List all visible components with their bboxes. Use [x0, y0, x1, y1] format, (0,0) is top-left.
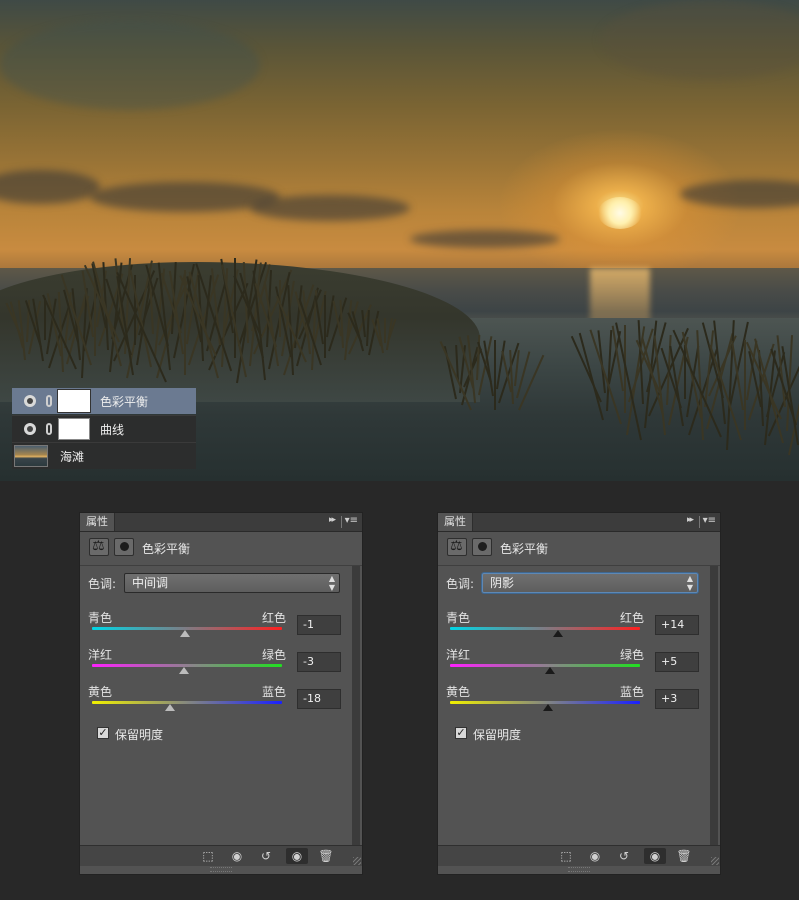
panel-tab-bar: 属性 ▸▸ ▾≡ [438, 513, 720, 532]
view-previous-state-icon[interactable]: ◉ [584, 848, 606, 864]
properties-panel-shadows: 属性 ▸▸ ▾≡ 色彩平衡 色调: 阴影 ▲▼ 青色 红色 +14 洋红 绿色 … [437, 512, 721, 875]
value-field-yellow-blue[interactable]: +3 [655, 689, 699, 709]
mask-icon[interactable] [114, 538, 134, 556]
color-balance-icon[interactable] [89, 538, 109, 556]
slider-label-blue: 蓝色 [261, 685, 286, 699]
slider-thumb-magenta-green[interactable] [179, 667, 190, 674]
layer-name: 曲线 [100, 422, 125, 437]
panel-bottom-bar: ⬚ ◉ ↺ ◉ 🗑 [80, 845, 362, 866]
slider-label-yellow: 黄色 [446, 685, 471, 699]
layer-row-color-balance[interactable]: 色彩平衡 [12, 388, 196, 414]
reset-icon[interactable]: ↺ [614, 848, 634, 864]
resize-grip[interactable] [568, 867, 590, 872]
link-chain-icon[interactable] [46, 395, 52, 407]
trash-icon[interactable]: 🗑 [316, 848, 336, 864]
scrollbar[interactable] [352, 566, 360, 848]
scrollbar[interactable] [710, 566, 718, 848]
tone-select-value: 阴影 [490, 576, 515, 590]
tone-select[interactable]: 中间调 ▲ ▼ [124, 573, 340, 593]
image-thumbnail[interactable] [14, 445, 48, 467]
slider-thumb-magenta-green[interactable] [544, 667, 555, 674]
trash-icon[interactable]: 🗑 [674, 848, 694, 864]
slider-label-cyan: 青色 [88, 611, 113, 625]
slider-thumb-cyan-red[interactable] [180, 630, 191, 637]
layer-mask-thumbnail[interactable] [58, 390, 90, 412]
properties-panel-midtones: 属性 ▸▸ ▾≡ 色彩平衡 色调: 中间调 ▲▼ 青色 红色 -1 洋红 绿色 … [79, 512, 363, 875]
value-field-cyan-red[interactable]: -1 [297, 615, 341, 635]
mask-icon[interactable] [472, 538, 492, 556]
tab-properties[interactable]: 属性 [438, 513, 473, 531]
tone-label: 色调: [446, 577, 475, 591]
layer-name: 海滩 [60, 449, 85, 464]
value-field-magenta-green[interactable]: +5 [655, 652, 699, 672]
layer-mask-thumbnail[interactable] [58, 418, 90, 440]
value-field-cyan-red[interactable]: +14 [655, 615, 699, 635]
panel-menu-icon[interactable]: ▾≡ [345, 515, 358, 526]
tone-select-value: 中间调 [132, 576, 169, 590]
slider-label-magenta: 洋红 [88, 648, 113, 662]
panel-header: 色彩平衡 [438, 532, 720, 564]
visibility-eye-icon[interactable] [24, 395, 36, 407]
resize-grip[interactable] [210, 867, 232, 872]
value-field-magenta-green[interactable]: -3 [297, 652, 341, 672]
panel-title: 色彩平衡 [500, 542, 549, 556]
visibility-eye-icon[interactable]: ◉ [286, 848, 308, 864]
resize-corner[interactable] [353, 857, 361, 865]
layer-name: 色彩平衡 [100, 394, 149, 409]
preserve-luminosity-checkbox[interactable]: ✓ [97, 727, 109, 739]
slider-label-blue: 蓝色 [619, 685, 644, 699]
visibility-eye-icon[interactable]: ◉ [644, 848, 666, 864]
layer-row-curves[interactable]: 曲线 [12, 415, 196, 442]
slider-label-cyan: 青色 [446, 611, 471, 625]
value-field-yellow-blue[interactable]: -18 [297, 689, 341, 709]
link-chain-icon[interactable] [46, 423, 52, 435]
preserve-luminosity-label: 保留明度 [115, 728, 164, 742]
select-arrows-icon: ▲ ▼ [686, 574, 693, 592]
panel-menu-icon[interactable]: ▾≡ [703, 515, 716, 526]
resize-corner[interactable] [711, 857, 719, 865]
preserve-luminosity-label: 保留明度 [473, 728, 522, 742]
panel-tab-bar: 属性 ▸▸ ▾≡ [80, 513, 362, 532]
panel-bottom-bar: ⬚ ◉ ↺ ◉ 🗑 [438, 845, 720, 866]
color-balance-icon[interactable] [447, 538, 467, 556]
slider-label-yellow: 黄色 [88, 685, 113, 699]
slider-track-cyan-red[interactable] [450, 627, 640, 630]
tone-select[interactable]: 阴影 ▲ ▼ [482, 573, 698, 593]
reset-icon[interactable]: ↺ [256, 848, 276, 864]
slider-label-green: 绿色 [261, 648, 286, 662]
slider-thumb-yellow-blue[interactable] [164, 704, 175, 711]
tone-label: 色调: [88, 577, 117, 591]
collapse-icon[interactable]: ▸▸ [687, 515, 694, 525]
preserve-luminosity-checkbox[interactable]: ✓ [455, 727, 467, 739]
panel-header: 色彩平衡 [80, 532, 362, 564]
slider-label-green: 绿色 [619, 648, 644, 662]
visibility-eye-icon[interactable] [24, 423, 36, 435]
slider-thumb-cyan-red[interactable] [553, 630, 564, 637]
slider-track-yellow-blue[interactable] [92, 701, 282, 704]
panel-title: 色彩平衡 [142, 542, 191, 556]
select-arrows-icon: ▲ ▼ [328, 574, 335, 592]
slider-label-magenta: 洋红 [446, 648, 471, 662]
view-previous-state-icon[interactable]: ◉ [226, 848, 248, 864]
clip-to-layer-icon[interactable]: ⬚ [198, 848, 218, 864]
clip-to-layer-icon[interactable]: ⬚ [556, 848, 576, 864]
slider-thumb-yellow-blue[interactable] [542, 704, 553, 711]
layers-panel: 色彩平衡 曲线 海滩 [12, 388, 196, 469]
slider-label-red: 红色 [261, 611, 286, 625]
slider-label-red: 红色 [619, 611, 644, 625]
tab-properties[interactable]: 属性 [80, 513, 115, 531]
sun [598, 197, 642, 229]
layer-row-beach[interactable]: 海滩 [12, 442, 196, 469]
collapse-icon[interactable]: ▸▸ [329, 515, 336, 525]
